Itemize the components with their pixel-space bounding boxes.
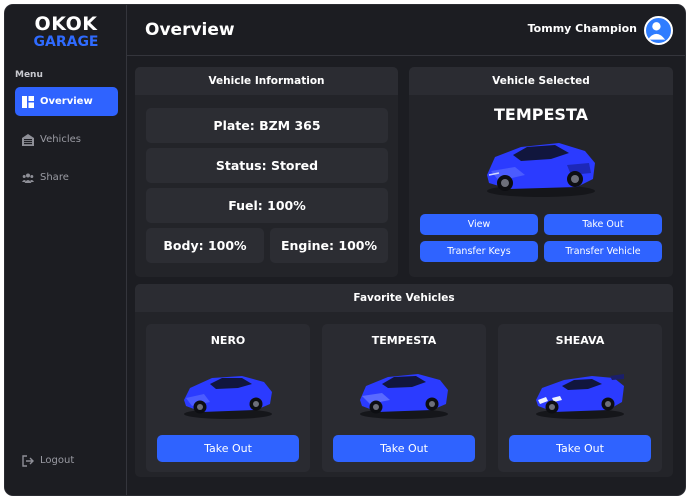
sidebar-item-vehicles[interactable]: Vehicles <box>15 125 118 154</box>
vehicle-information-title: Vehicle Information <box>135 67 398 95</box>
engine-box: Engine: 100% <box>270 228 388 263</box>
user-name: Tommy Champion <box>527 22 637 35</box>
dashboard-icon <box>22 95 34 108</box>
vehicle-selected-panel: Vehicle Selected TEMPESTA View Take Out … <box>409 67 673 277</box>
user-icon <box>647 22 666 40</box>
sidebar-item-label: Share <box>40 172 69 183</box>
favorite-card-nero: NERO Take Out <box>146 324 310 472</box>
garage-icon <box>22 133 34 146</box>
selected-car-name: TEMPESTA <box>494 105 588 124</box>
menu-heading: Menu <box>15 70 43 80</box>
take-out-button[interactable]: Take Out <box>509 435 651 462</box>
favorite-vehicles-title: Favorite Vehicles <box>135 284 673 312</box>
favorite-car-name: SHEAVA <box>555 334 605 347</box>
view-button[interactable]: View <box>420 214 538 235</box>
favorite-car-name: TEMPESTA <box>371 334 437 347</box>
car-image <box>360 374 448 419</box>
car-image <box>487 143 595 197</box>
logout-label: Logout <box>40 455 75 466</box>
status-box: Status: Stored <box>146 148 388 183</box>
app-window: OKOK GARAGE Menu Overview Vehicles Share <box>5 5 685 495</box>
sidebar-item-label: Overview <box>40 96 93 107</box>
vehicle-information-panel: Vehicle Information Plate: BZM 365 Statu… <box>135 67 398 277</box>
vehicle-selected-title: Vehicle Selected <box>409 67 673 95</box>
plate-box: Plate: BZM 365 <box>146 108 388 143</box>
body-box: Body: 100% <box>146 228 264 263</box>
favorite-card-sheava: SHEAVA Take Out <box>498 324 662 472</box>
logo: OKOK GARAGE <box>5 13 127 50</box>
page-title: Overview <box>145 20 235 40</box>
sidebar-item-label: Vehicles <box>40 134 81 145</box>
header: Overview Tommy Champion <box>127 5 685 56</box>
transfer-vehicle-button[interactable]: Transfer Vehicle <box>544 241 662 262</box>
car-image <box>184 376 272 419</box>
logo-bottom-text: GARAGE <box>33 34 99 50</box>
avatar[interactable] <box>644 16 673 45</box>
logout-icon <box>22 454 34 467</box>
favorite-card-tempesta: TEMPESTA Take Out <box>322 324 486 472</box>
transfer-keys-button[interactable]: Transfer Keys <box>420 241 538 262</box>
logout-button[interactable]: Logout <box>15 446 118 475</box>
favorite-car-name: NERO <box>210 334 246 347</box>
sidebar-item-overview[interactable]: Overview <box>15 87 118 116</box>
favorite-vehicles-panel: Favorite Vehicles NERO Take Out TEMPESTA <box>135 284 673 477</box>
take-out-button[interactable]: Take Out <box>333 435 475 462</box>
sidebar: OKOK GARAGE Menu Overview Vehicles Share <box>5 5 127 495</box>
fuel-box: Fuel: 100% <box>146 188 388 223</box>
logo-top-text: OKOK <box>34 13 98 35</box>
car-image <box>536 374 624 419</box>
users-icon <box>22 172 34 184</box>
take-out-button[interactable]: Take Out <box>544 214 662 235</box>
take-out-button[interactable]: Take Out <box>157 435 299 462</box>
sidebar-item-share[interactable]: Share <box>15 163 118 192</box>
